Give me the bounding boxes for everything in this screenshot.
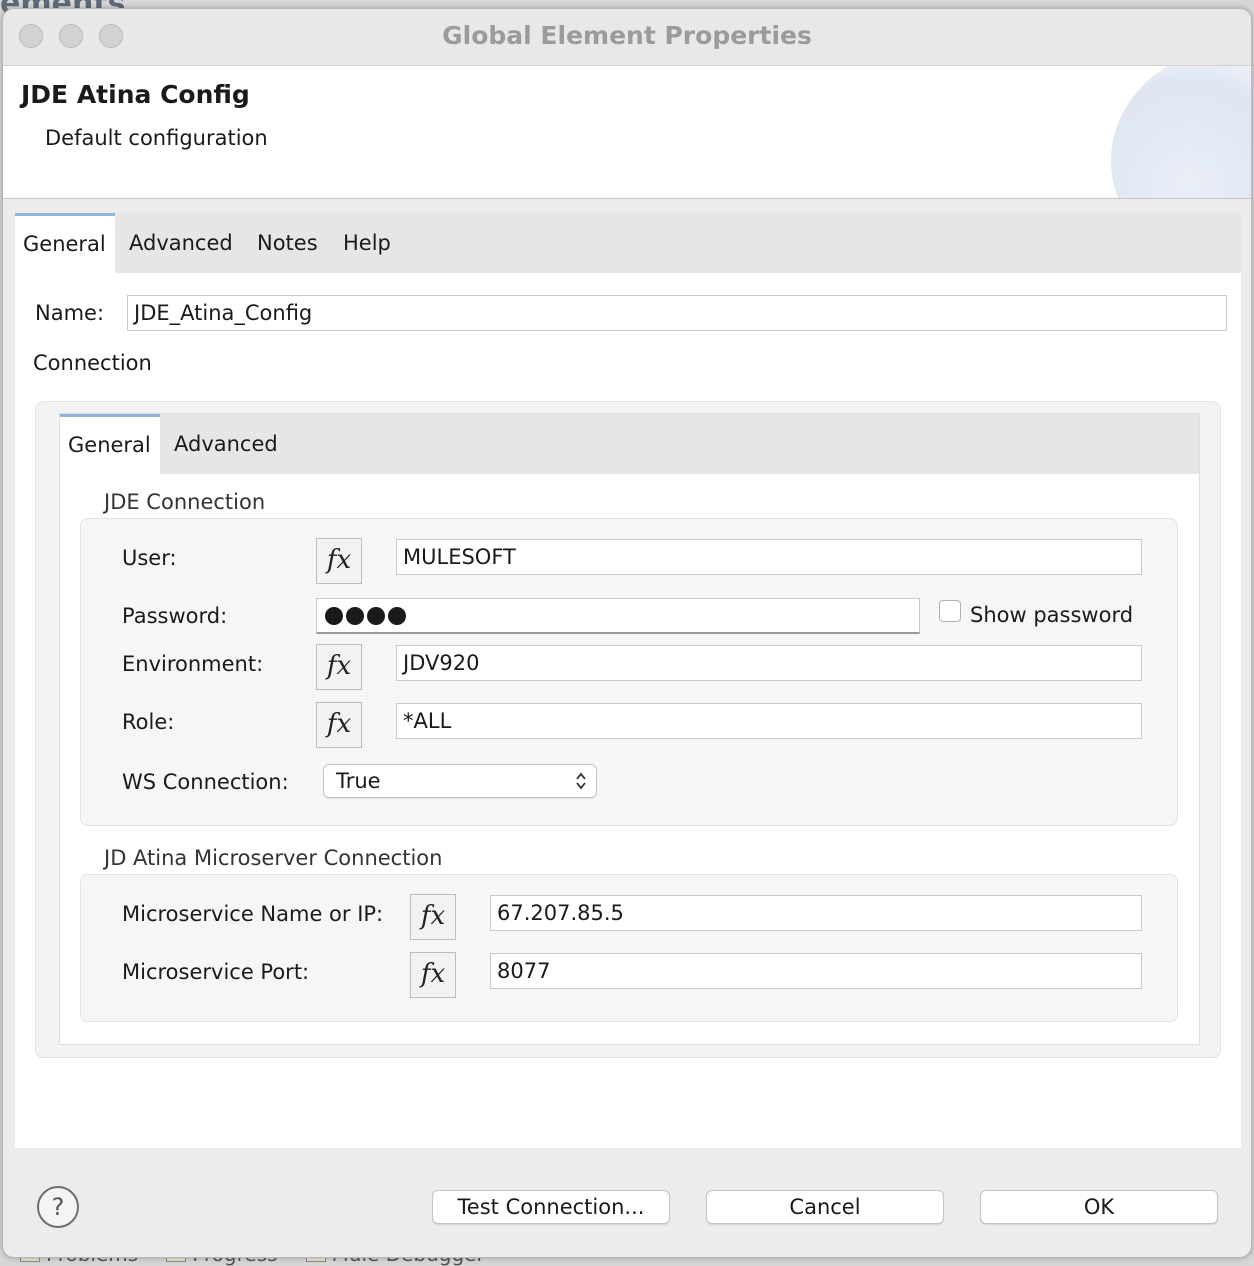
microservice-name-label: Microservice Name or IP: <box>122 902 384 926</box>
password-label: Password: <box>122 604 228 628</box>
jde-connection-title: JDE Connection <box>104 490 266 514</box>
banner-decoration <box>1111 66 1251 198</box>
global-element-properties-dialog: Global Element Properties JDE Atina Conf… <box>2 8 1252 1258</box>
test-connection-button[interactable]: Test Connection... <box>432 1190 670 1224</box>
tab-general[interactable]: General <box>15 213 115 273</box>
show-password-label[interactable]: Show password <box>970 603 1133 627</box>
dialog-header-banner: JDE Atina Config Default configuration <box>3 66 1251 199</box>
connection-tabs-panel: General Advanced JDE Connection User: fx… <box>59 413 1200 1045</box>
cancel-button[interactable]: Cancel <box>706 1190 944 1224</box>
password-mask <box>325 607 406 625</box>
config-subtitle: Default configuration <box>45 126 268 150</box>
environment-label: Environment: <box>122 652 264 676</box>
window-title: Global Element Properties <box>442 21 812 50</box>
title-bar[interactable]: Global Element Properties <box>3 9 1251 66</box>
config-title: JDE Atina Config <box>21 80 250 109</box>
tab-help[interactable]: Help <box>335 213 399 273</box>
connection-tab-advanced[interactable]: Advanced <box>166 414 286 474</box>
user-input[interactable]: MULESOFT <box>396 539 1142 575</box>
role-input[interactable]: *ALL <box>396 703 1142 739</box>
show-password-checkbox[interactable] <box>939 600 961 622</box>
role-expression-fx-icon[interactable]: fx <box>316 702 362 748</box>
main-tab-bar: General Advanced Notes Help <box>15 213 1241 273</box>
chevron-updown-icon <box>576 772 586 790</box>
microservice-port-expression-fx-icon[interactable]: fx <box>410 952 456 998</box>
microservice-port-label: Microservice Port: <box>122 960 310 984</box>
environment-input[interactable]: JDV920 <box>396 645 1142 681</box>
ws-connection-value: True <box>336 769 381 793</box>
microservice-name-expression-fx-icon[interactable]: fx <box>410 894 456 940</box>
password-input[interactable] <box>316 598 920 634</box>
tab-notes[interactable]: Notes <box>249 213 326 273</box>
connection-tab-bar: General Advanced <box>60 414 1199 474</box>
environment-expression-fx-icon[interactable]: fx <box>316 644 362 690</box>
microserver-connection-title: JD Atina Microserver Connection <box>104 846 443 870</box>
dialog-content: General Advanced Notes Help Name: JDE_At… <box>15 213 1241 1148</box>
help-button[interactable]: ? <box>37 1186 79 1228</box>
name-label: Name: <box>35 301 105 325</box>
microservice-name-input[interactable]: 67.207.85.5 <box>490 895 1142 931</box>
user-label: User: <box>122 546 177 570</box>
ws-connection-select[interactable]: True <box>323 764 597 798</box>
name-input[interactable]: JDE_Atina_Config <box>127 295 1227 331</box>
connection-label: Connection <box>33 351 152 375</box>
user-expression-fx-icon[interactable]: fx <box>316 538 362 584</box>
tab-advanced[interactable]: Advanced <box>121 213 241 273</box>
ws-connection-label: WS Connection: <box>122 770 289 794</box>
role-label: Role: <box>122 710 175 734</box>
connection-tab-general[interactable]: General <box>60 414 160 474</box>
microservice-port-input[interactable]: 8077 <box>490 953 1142 989</box>
ok-button[interactable]: OK <box>980 1190 1218 1224</box>
